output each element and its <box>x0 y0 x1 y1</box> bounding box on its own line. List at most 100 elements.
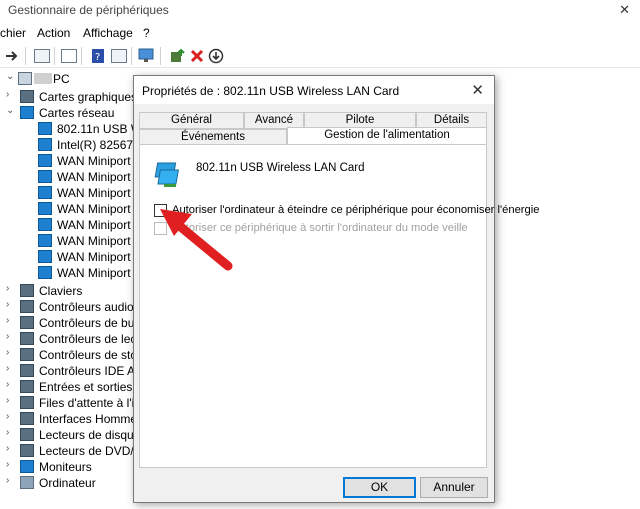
menu-bar: chier Action Affichage ? <box>0 22 640 44</box>
tab-general[interactable]: Général <box>139 112 244 129</box>
uninstall-icon[interactable] <box>188 47 206 65</box>
tree-item-label: Cartes réseau <box>39 106 115 120</box>
window-close-icon[interactable]: ✕ <box>619 2 630 18</box>
ide-icon <box>20 364 34 377</box>
tree-item-label: Files d'attente à l'im <box>39 396 145 410</box>
redacted-name <box>34 73 52 84</box>
allow-wake-label: Autoriser ce périphérique à sortir l'ord… <box>172 222 468 234</box>
usb-icon <box>20 316 34 329</box>
chevron-right-icon[interactable]: › <box>6 427 16 438</box>
tree-item-label: Moniteurs <box>39 460 92 474</box>
menu-help[interactable]: ? <box>143 26 150 40</box>
menu-action[interactable]: Action <box>37 26 70 40</box>
allow-wake-checkbox <box>154 222 167 235</box>
dialog-titlebar: Propriétés de : 802.11n USB Wireless LAN… <box>134 76 494 104</box>
chevron-right-icon[interactable]: › <box>6 299 16 310</box>
network-card-icon <box>38 170 52 183</box>
network-card-icon <box>38 202 52 215</box>
toolbar-separator <box>25 47 26 65</box>
tree-item-label: Ordinateur <box>39 476 96 490</box>
print-queue-icon <box>20 396 34 409</box>
tree-item-label: WAN Miniport ( <box>57 170 138 184</box>
computer-icon <box>20 476 34 489</box>
tree-item-label: Claviers <box>39 284 83 298</box>
chevron-right-icon[interactable]: › <box>6 283 16 294</box>
chevron-right-icon[interactable]: › <box>6 379 16 390</box>
menu-fichier[interactable]: chier <box>0 26 26 40</box>
dialog-title: Propriétés de : 802.11n USB Wireless LAN… <box>142 84 400 98</box>
monitor-icon <box>20 460 34 473</box>
chevron-down-icon[interactable]: ⌄ <box>6 71 16 82</box>
ok-button[interactable]: OK <box>343 477 416 498</box>
tree-item-label: WAN Miniport ( <box>57 234 138 248</box>
power-management-panel: 802.11n USB Wireless LAN Card Autoriser … <box>139 144 539 468</box>
audio-io-icon <box>20 380 34 393</box>
scan-hardware-icon[interactable] <box>138 47 156 65</box>
network-card-icon <box>38 234 52 247</box>
tree-item-label: WAN Miniport ( <box>57 218 138 232</box>
computer-icon <box>18 72 32 85</box>
chevron-right-icon[interactable]: › <box>6 315 16 326</box>
chevron-right-icon[interactable]: › <box>6 475 16 486</box>
toolbar: ? <box>0 44 640 68</box>
tree-item-label: Lecteurs de disque <box>39 428 141 442</box>
window-title: Gestionnaire de périphériques <box>8 3 169 17</box>
disk-drive-icon <box>20 428 34 441</box>
tree-item-label: WAN Miniport ( <box>57 154 138 168</box>
tree-item-label: Cartes graphiques <box>39 90 138 104</box>
tree-item-label: Contrôleurs de lecte <box>39 332 147 346</box>
allow-power-off-checkbox[interactable] <box>154 204 167 217</box>
network-card-icon <box>38 250 52 263</box>
forward-arrow-icon[interactable] <box>4 47 22 65</box>
chevron-right-icon[interactable]: › <box>6 443 16 454</box>
help-book-icon[interactable]: ? <box>89 47 107 65</box>
audio-icon <box>20 300 34 313</box>
chevron-right-icon[interactable]: › <box>6 363 16 374</box>
network-card-icon <box>38 138 52 151</box>
storage-controller-icon <box>20 348 34 361</box>
card-reader-icon <box>20 332 34 345</box>
network-card-icon <box>154 161 182 189</box>
tree-item-label: Contrôleurs de bus <box>39 316 141 330</box>
tree-item-label: WAN Miniport ( <box>57 266 138 280</box>
tree-item-label: Contrôleurs de stoc <box>39 348 144 362</box>
view-window-icon[interactable] <box>110 47 128 65</box>
tree-item-label: WAN Miniport ( <box>57 186 138 200</box>
toolbar-separator <box>160 47 161 65</box>
network-card-icon <box>38 218 52 231</box>
keyboard-icon <box>20 284 34 297</box>
dvd-icon <box>20 444 34 457</box>
toolbar-separator <box>81 47 82 65</box>
hid-icon <box>20 412 34 425</box>
chevron-right-icon[interactable]: › <box>6 347 16 358</box>
cancel-button[interactable]: Annuler <box>420 477 488 498</box>
chevron-right-icon[interactable]: › <box>6 411 16 422</box>
update-driver-icon[interactable] <box>168 47 186 65</box>
properties-window-icon[interactable] <box>33 47 51 65</box>
tree-item-label: Interfaces Homme- <box>39 412 142 426</box>
network-card-icon <box>38 186 52 199</box>
toolbar-separator <box>131 47 132 65</box>
tree-item-label: WAN Miniport ( <box>57 250 138 264</box>
display-adapter-icon <box>20 90 34 103</box>
chevron-down-icon[interactable]: ⌄ <box>6 105 16 116</box>
disable-device-icon[interactable] <box>207 47 225 65</box>
network-card-icon <box>38 154 52 167</box>
network-card-icon <box>38 122 52 135</box>
chevron-right-icon[interactable]: › <box>6 89 16 100</box>
tree-root-label: PC <box>53 72 70 86</box>
dialog-close-icon[interactable]: ✕ <box>471 81 484 99</box>
window-titlebar: Gestionnaire de périphériques ✕ <box>0 0 640 22</box>
network-adapter-icon <box>20 106 34 119</box>
svg-text:?: ? <box>95 52 100 63</box>
chevron-right-icon[interactable]: › <box>6 395 16 406</box>
chevron-right-icon[interactable]: › <box>6 459 16 470</box>
allow-power-off-label: Autoriser l'ordinateur à éteindre ce pér… <box>172 204 540 216</box>
network-card-icon <box>38 266 52 279</box>
menu-affichage[interactable]: Affichage <box>83 26 133 40</box>
chevron-right-icon[interactable]: › <box>6 331 16 342</box>
toolbar-separator <box>54 47 55 65</box>
page-icon[interactable] <box>60 47 78 65</box>
properties-dialog: Propriétés de : 802.11n USB Wireless LAN… <box>133 75 539 503</box>
tree-item-label: WAN Miniport ( <box>57 202 138 216</box>
